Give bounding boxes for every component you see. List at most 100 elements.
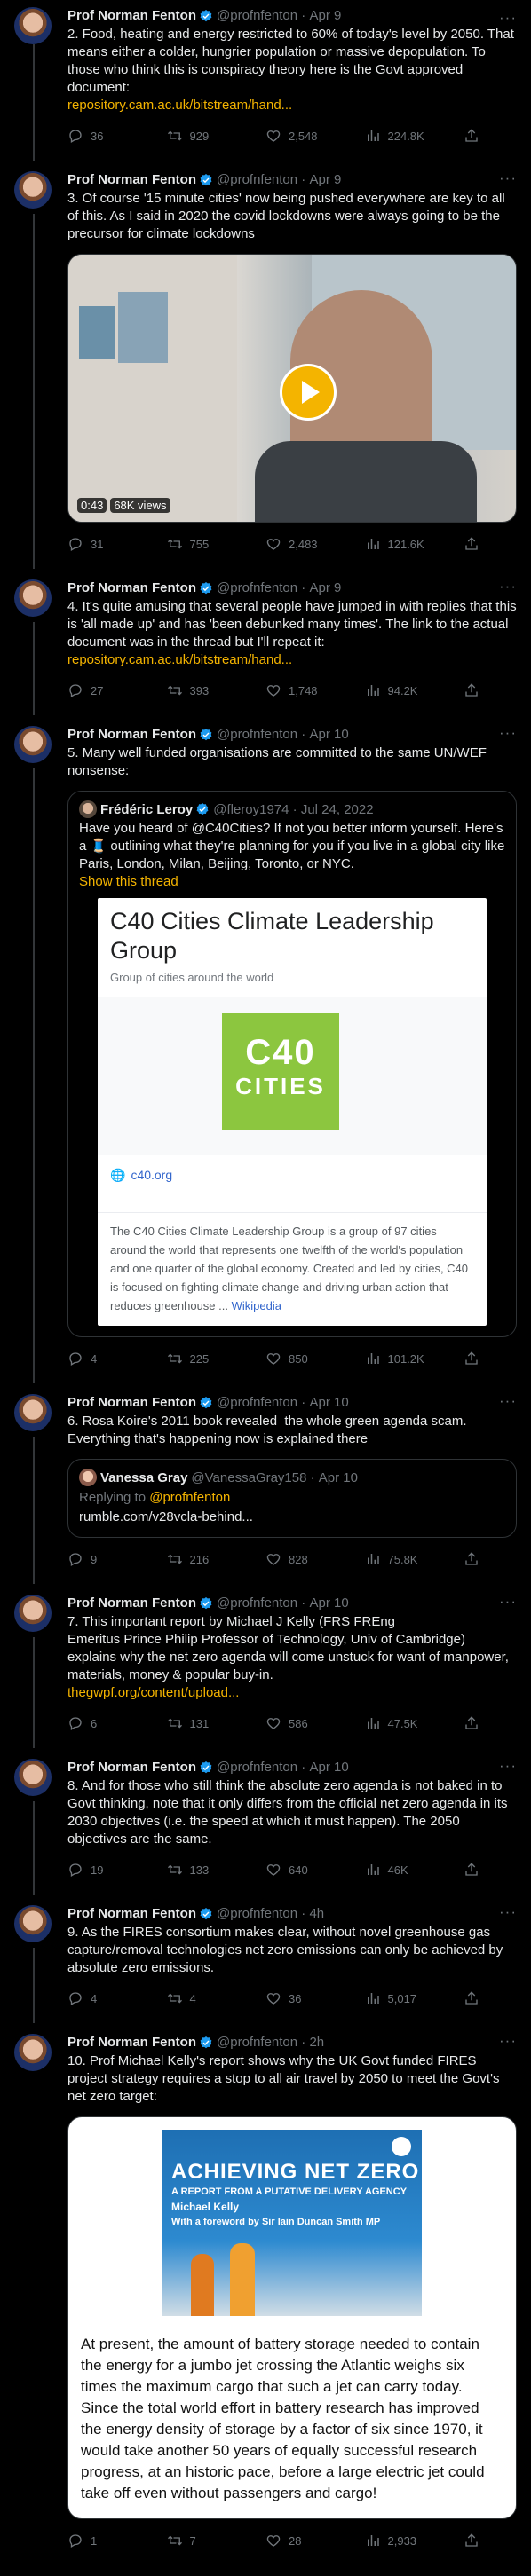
retweet-button[interactable]: 7 <box>167 2533 229 2548</box>
views-button[interactable]: 75.8K <box>365 1551 427 1567</box>
author-name[interactable]: Prof Norman Fenton <box>67 726 196 744</box>
author-name[interactable]: Prof Norman Fenton <box>67 2034 196 2052</box>
author-handle[interactable]: @profnfenton <box>217 171 297 189</box>
tweet[interactable]: Prof Norman Fenton @profnfenton · Apr 9 … <box>0 0 531 161</box>
author-handle[interactable]: @profnfenton <box>217 1595 297 1612</box>
tweet-date[interactable]: Apr 9 <box>309 171 341 189</box>
tweet[interactable]: Prof Norman Fenton @profnfenton · 2h ···… <box>0 2023 531 2555</box>
tweet-date[interactable]: Apr 10 <box>309 1595 348 1612</box>
tweet[interactable]: Prof Norman Fenton @profnfenton · Apr 10… <box>0 1383 531 1584</box>
retweet-button[interactable]: 755 <box>167 536 229 552</box>
avatar[interactable] <box>14 1595 52 1632</box>
avatar[interactable] <box>14 7 52 44</box>
more-options-icon[interactable]: ··· <box>499 724 517 742</box>
retweet-button[interactable]: 216 <box>167 1551 229 1567</box>
author-name[interactable]: Prof Norman Fenton <box>67 1759 196 1776</box>
share-button[interactable] <box>464 2533 481 2548</box>
more-options-icon[interactable]: ··· <box>499 169 517 187</box>
share-button[interactable] <box>464 1715 481 1731</box>
avatar[interactable] <box>14 1905 52 1942</box>
video-player[interactable]: 0:43 68K views <box>67 254 517 523</box>
author-name[interactable]: Prof Norman Fenton <box>67 579 196 597</box>
tweet-link[interactable]: repository.cam.ac.uk/bitstream/hand... <box>67 98 292 113</box>
avatar[interactable] <box>14 1394 52 1431</box>
more-options-icon[interactable]: ··· <box>499 9 517 27</box>
reply-button[interactable]: 36 <box>67 128 130 144</box>
more-options-icon[interactable]: ··· <box>499 1392 517 1410</box>
tweet[interactable]: Prof Norman Fenton @profnfenton · Apr 10… <box>0 1748 531 1895</box>
share-button[interactable] <box>464 1990 481 2006</box>
tweet[interactable]: Prof Norman Fenton @profnfenton · 4h ···… <box>0 1895 531 2023</box>
retweet-button[interactable]: 131 <box>167 1715 229 1731</box>
show-thread-link[interactable]: Show this thread <box>79 874 505 889</box>
tweet-link[interactable]: thegwpf.org/content/upload... <box>67 1685 239 1700</box>
report-image[interactable]: ACHIEVING NET ZERO A REPORT FROM A PUTAT… <box>67 2116 517 2519</box>
views-button[interactable]: 5,017 <box>365 1990 427 2006</box>
like-button[interactable]: 28 <box>266 2533 328 2548</box>
tweet-date[interactable]: Apr 10 <box>309 1394 348 1412</box>
author-name[interactable]: Prof Norman Fenton <box>67 1905 196 1923</box>
author-handle[interactable]: @profnfenton <box>217 2034 297 2052</box>
author-handle[interactable]: @profnfenton <box>217 7 297 25</box>
more-options-icon[interactable]: ··· <box>499 1593 517 1611</box>
views-button[interactable]: 121.6K <box>365 536 427 552</box>
like-button[interactable]: 1,748 <box>266 682 328 698</box>
reply-button[interactable]: 31 <box>67 536 130 552</box>
author-handle[interactable]: @profnfenton <box>217 579 297 597</box>
author-name[interactable]: Prof Norman Fenton <box>67 1394 196 1412</box>
views-button[interactable]: 101.2K <box>365 1351 427 1367</box>
avatar[interactable] <box>14 579 52 617</box>
like-button[interactable]: 850 <box>266 1351 328 1367</box>
card-site-link[interactable]: 🌐 c40.org <box>98 1155 487 1213</box>
tweet-date[interactable]: Apr 9 <box>309 579 341 597</box>
like-button[interactable]: 828 <box>266 1551 328 1567</box>
more-options-icon[interactable]: ··· <box>499 1757 517 1775</box>
reply-button[interactable]: 27 <box>67 682 130 698</box>
quoted-tweet[interactable]: Frédéric Leroy @fleroy1974 · Jul 24, 202… <box>67 791 517 1337</box>
author-name[interactable]: Prof Norman Fenton <box>67 1595 196 1612</box>
replying-handle[interactable]: @profnfenton <box>149 1490 230 1505</box>
like-button[interactable]: 36 <box>266 1990 328 2006</box>
avatar[interactable] <box>14 171 52 209</box>
reply-button[interactable]: 6 <box>67 1715 130 1731</box>
retweet-button[interactable]: 225 <box>167 1351 229 1367</box>
like-button[interactable]: 586 <box>266 1715 328 1731</box>
video-frame[interactable]: 0:43 68K views <box>68 255 516 522</box>
tweet[interactable]: Prof Norman Fenton @profnfenton · Apr 9 … <box>0 569 531 715</box>
reply-button[interactable]: 9 <box>67 1551 130 1567</box>
author-name[interactable]: Prof Norman Fenton <box>67 7 196 25</box>
avatar[interactable] <box>14 1759 52 1796</box>
views-button[interactable]: 2,933 <box>365 2533 427 2548</box>
retweet-button[interactable]: 4 <box>167 1990 229 2006</box>
tweet-date[interactable]: Apr 9 <box>309 7 341 25</box>
tweet[interactable]: Prof Norman Fenton @profnfenton · Apr 10… <box>0 1584 531 1748</box>
views-button[interactable]: 46K <box>365 1862 427 1878</box>
retweet-button[interactable]: 393 <box>167 682 229 698</box>
share-button[interactable] <box>464 128 481 144</box>
avatar[interactable] <box>14 726 52 763</box>
like-button[interactable]: 640 <box>266 1862 328 1878</box>
quoted-tweet[interactable]: Vanessa Gray @VanessaGray158 · Apr 10 Re… <box>67 1459 517 1538</box>
more-options-icon[interactable]: ··· <box>499 578 517 595</box>
tweet[interactable]: Prof Norman Fenton @profnfenton · Apr 9 … <box>0 161 531 569</box>
reply-button[interactable]: 4 <box>67 1990 130 2006</box>
tweet-link[interactable]: repository.cam.ac.uk/bitstream/hand... <box>67 652 292 667</box>
wikipedia-card[interactable]: C40 Cities Climate Leadership Group Grou… <box>98 898 487 1326</box>
author-handle[interactable]: @profnfenton <box>217 726 297 744</box>
play-icon[interactable] <box>280 364 337 421</box>
more-options-icon[interactable]: ··· <box>499 2032 517 2050</box>
like-button[interactable]: 2,548 <box>266 128 328 144</box>
share-button[interactable] <box>464 536 481 552</box>
avatar[interactable] <box>14 2034 52 2071</box>
retweet-button[interactable]: 929 <box>167 128 229 144</box>
retweet-button[interactable]: 133 <box>167 1862 229 1878</box>
author-handle[interactable]: @profnfenton <box>217 1394 297 1412</box>
share-button[interactable] <box>464 1551 481 1567</box>
views-button[interactable]: 94.2K <box>365 682 427 698</box>
views-button[interactable]: 224.8K <box>365 128 427 144</box>
tweet[interactable]: Prof Norman Fenton @profnfenton · Apr 10… <box>0 715 531 1383</box>
share-button[interactable] <box>464 1862 481 1878</box>
author-name[interactable]: Prof Norman Fenton <box>67 171 196 189</box>
reply-button[interactable]: 4 <box>67 1351 130 1367</box>
like-button[interactable]: 2,483 <box>266 536 328 552</box>
